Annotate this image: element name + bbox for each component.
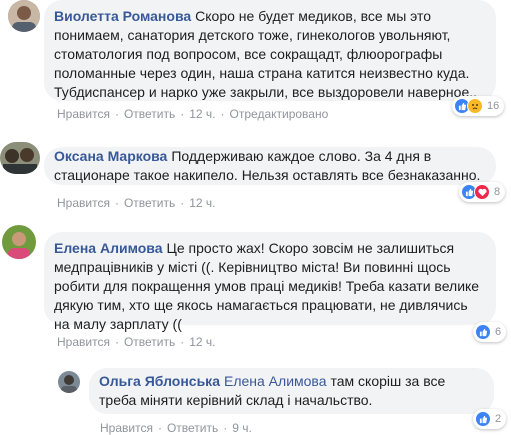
comment-actions: Нравится · Ответить · 12 ч. · Отредактировано <box>57 107 328 121</box>
avatar-photo-icon <box>8 0 40 32</box>
separator-dot: · <box>223 421 228 435</box>
comment-bubble: Оксана Маркова Поддерживаю каждое слово. … <box>44 147 496 185</box>
reply-link[interactable]: Ответить <box>124 107 175 121</box>
comment-author[interactable]: Виолетта Романова <box>54 8 191 24</box>
like-link[interactable]: Нравится <box>57 335 110 349</box>
avatar-photo-icon <box>58 371 80 393</box>
reactions-count: 2 <box>495 413 502 425</box>
comment-bubble: Елена Алимова Це просто жах! Скоро зовсім… <box>44 232 496 332</box>
avatar[interactable] <box>0 142 40 174</box>
like-link[interactable]: Нравится <box>100 421 153 435</box>
edited-label[interactable]: Отредактировано <box>230 107 329 121</box>
separator-dot: · <box>180 107 185 121</box>
avatar[interactable] <box>8 0 40 32</box>
reactions-badge[interactable]: 8 <box>459 182 506 202</box>
sad-icon <box>467 98 483 114</box>
like-link[interactable]: Нравится <box>57 196 110 210</box>
reply-actions: Нравится · Ответить · 9 ч. <box>100 421 252 435</box>
avatar-photo-icon <box>2 225 36 259</box>
separator-dot: · <box>114 335 119 349</box>
reactions-badge[interactable]: 2 <box>473 409 507 429</box>
reactions-badge[interactable]: 16 <box>452 96 505 116</box>
comment-time[interactable]: 12 ч. <box>189 335 215 349</box>
reply-author[interactable]: Ольга Яблонська <box>99 373 220 389</box>
avatar[interactable] <box>58 371 80 393</box>
comment-time[interactable]: 12 ч. <box>189 107 215 121</box>
mention-link[interactable]: Елена Алимова <box>224 373 327 389</box>
separator-dot: · <box>220 107 225 121</box>
reactions-count: 6 <box>495 326 502 338</box>
comment-actions: Нравится · Ответить · 12 ч. <box>57 335 216 349</box>
separator-dot: · <box>157 421 162 435</box>
like-icon <box>475 411 491 427</box>
reply-link[interactable]: Ответить <box>124 196 175 210</box>
comment-time[interactable]: 12 ч. <box>189 196 215 210</box>
comment-actions: Нравится · Ответить · 12 ч. <box>57 196 216 210</box>
love-icon <box>474 184 490 200</box>
like-icon <box>475 324 491 340</box>
separator-dot: · <box>180 196 185 210</box>
reactions-count: 8 <box>494 186 501 198</box>
comment-time[interactable]: 9 ч. <box>232 421 252 435</box>
separator-dot: · <box>180 335 185 349</box>
comment-author[interactable]: Елена Алимова <box>54 240 163 256</box>
separator-dot: · <box>114 196 119 210</box>
reply-link[interactable]: Ответить <box>124 335 175 349</box>
separator-dot: · <box>114 107 119 121</box>
reactions-count: 16 <box>487 100 500 112</box>
comment-bubble: Виолетта Романова Скоро не будет медиков,… <box>44 0 496 101</box>
avatar-photo-icon <box>0 142 40 174</box>
reply-link[interactable]: Ответить <box>167 421 218 435</box>
reactions-badge[interactable]: 6 <box>473 322 507 342</box>
comment-author[interactable]: Оксана Маркова <box>54 148 167 164</box>
like-link[interactable]: Нравится <box>57 107 110 121</box>
avatar[interactable] <box>2 225 36 259</box>
reply-bubble: Ольга Яблонська Елена Алимова там скоріш з… <box>89 368 494 414</box>
